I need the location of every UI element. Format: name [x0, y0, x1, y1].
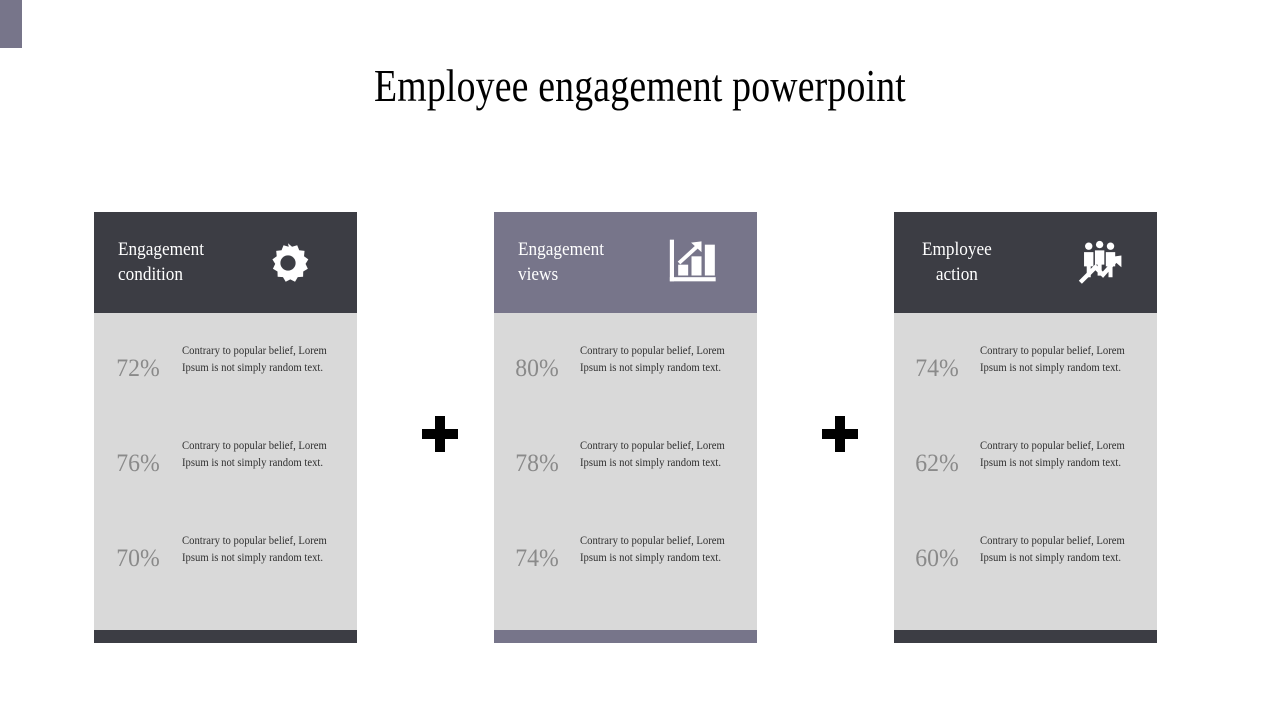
- plus-separator-2: [818, 412, 862, 456]
- card-engagement-views[interactable]: Engagement views 80% Contrary to popular…: [494, 212, 757, 643]
- metric-text: Contrary to popular belief, Lorem Ipsum …: [980, 344, 1125, 374]
- metric-percent: 80%: [515, 355, 559, 382]
- metric-row: 60% Contrary to popular belief, Lorem Ip…: [894, 525, 1157, 620]
- plus-separator-1: [418, 412, 462, 456]
- card-title: Engagement views: [518, 239, 604, 285]
- card-title: Engagement condition: [118, 239, 204, 285]
- metric-percent: 70%: [116, 545, 160, 572]
- metric-row: 76% Contrary to popular belief, Lorem Ip…: [94, 430, 357, 525]
- metric-percent: 60%: [915, 545, 959, 572]
- metric-text: Contrary to popular belief, Lorem Ipsum …: [980, 534, 1125, 564]
- metric-row: 74% Contrary to popular belief, Lorem Ip…: [494, 525, 757, 620]
- metric-text: Contrary to popular belief, Lorem Ipsum …: [580, 534, 725, 564]
- card-footer-bar: [894, 630, 1157, 643]
- metric-percent: 74%: [915, 355, 959, 382]
- metric-row: 62% Contrary to popular belief, Lorem Ip…: [894, 430, 1157, 525]
- card-footer-bar: [494, 630, 757, 643]
- card-employee-action[interactable]: Employee action 74% Contrary to popular …: [894, 212, 1157, 643]
- metric-row: 80% Contrary to popular belief, Lorem Ip…: [494, 335, 757, 430]
- metric-text: Contrary to popular belief, Lorem Ipsum …: [182, 439, 327, 469]
- card-engagement-condition[interactable]: Engagement condition 72% Contrary to pop…: [94, 212, 357, 643]
- metric-text: Contrary to popular belief, Lorem Ipsum …: [580, 439, 725, 469]
- metric-percent: 74%: [515, 545, 559, 572]
- page-title: Employee engagement powerpoint: [374, 61, 906, 111]
- card-title: Employee action: [922, 239, 992, 285]
- metric-percent: 62%: [915, 450, 959, 477]
- card-header: Engagement condition: [94, 212, 357, 313]
- card-footer-bar: [94, 630, 357, 643]
- card-body: 74% Contrary to popular belief, Lorem Ip…: [894, 313, 1157, 630]
- metric-row: 78% Contrary to popular belief, Lorem Ip…: [494, 430, 757, 525]
- gear-icon: [257, 234, 319, 292]
- plus-vertical-bar: [835, 416, 845, 452]
- metric-text: Contrary to popular belief, Lorem Ipsum …: [580, 344, 725, 374]
- metric-percent: 78%: [515, 450, 559, 477]
- card-header: Engagement views: [494, 212, 757, 313]
- bar-chart-growth-icon: [663, 234, 725, 292]
- metric-text: Contrary to popular belief, Lorem Ipsum …: [182, 344, 327, 374]
- card-body: 80% Contrary to popular belief, Lorem Ip…: [494, 313, 757, 630]
- plus-vertical-bar: [435, 416, 445, 452]
- people-growth-icon: [1077, 234, 1139, 292]
- corner-accent-mark: [0, 0, 22, 48]
- metric-percent: 76%: [116, 450, 160, 477]
- metric-row: 72% Contrary to popular belief, Lorem Ip…: [94, 335, 357, 430]
- metric-row: 74% Contrary to popular belief, Lorem Ip…: [894, 335, 1157, 430]
- card-body: 72% Contrary to popular belief, Lorem Ip…: [94, 313, 357, 630]
- metric-text: Contrary to popular belief, Lorem Ipsum …: [980, 439, 1125, 469]
- metric-row: 70% Contrary to popular belief, Lorem Ip…: [94, 525, 357, 620]
- slide-canvas: Employee engagement powerpoint Engagemen…: [0, 0, 1280, 720]
- metric-percent: 72%: [116, 355, 160, 382]
- card-header: Employee action: [894, 212, 1157, 313]
- metric-text: Contrary to popular belief, Lorem Ipsum …: [182, 534, 327, 564]
